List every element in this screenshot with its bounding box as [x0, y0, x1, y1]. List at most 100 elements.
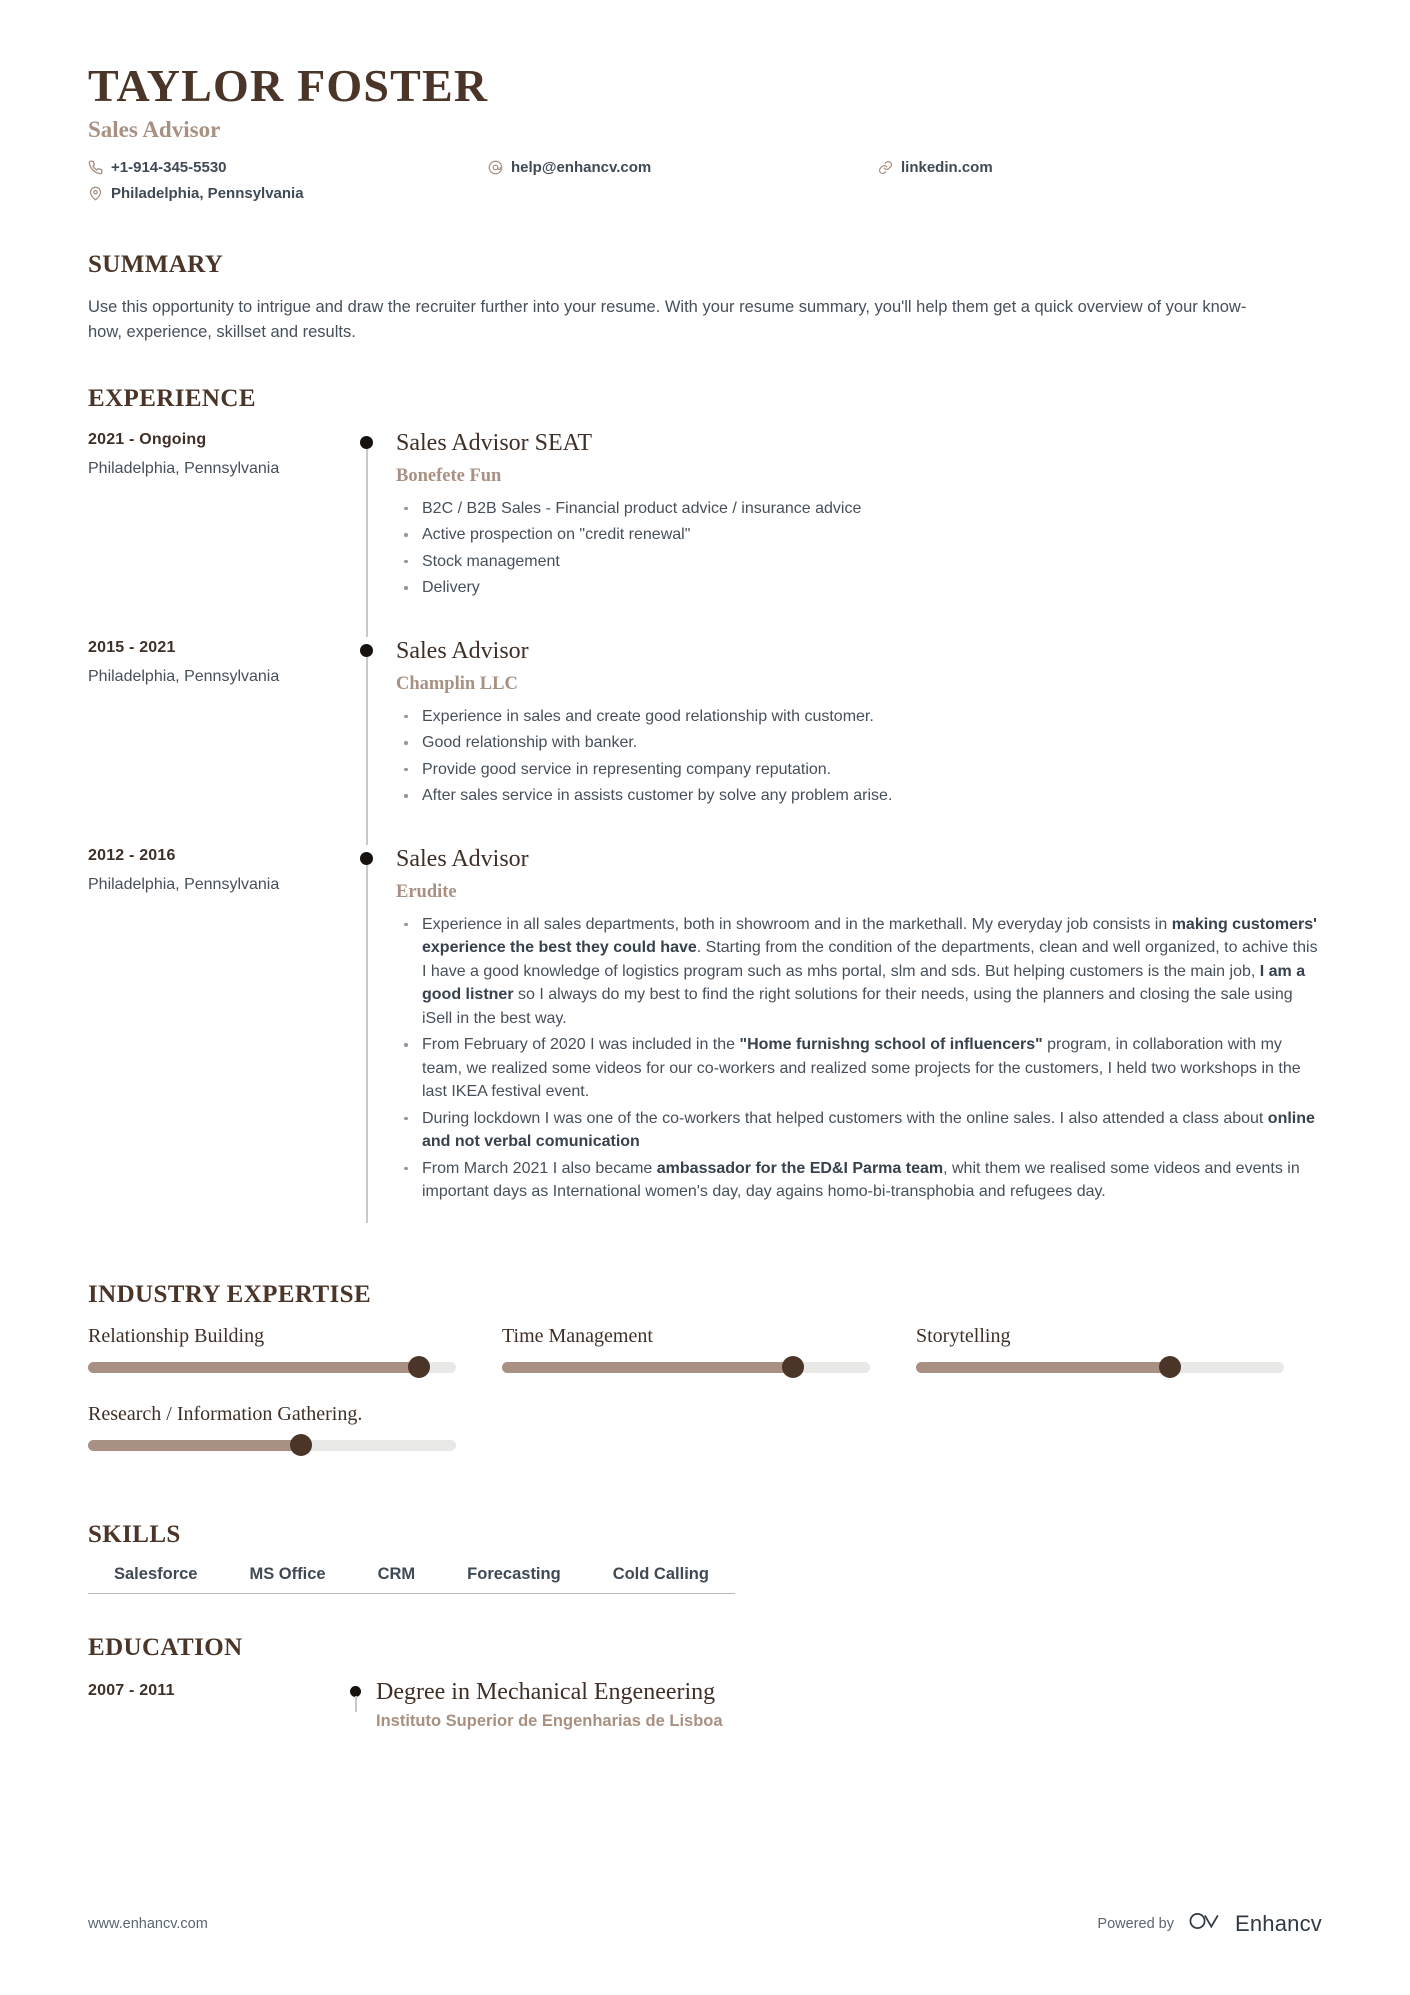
skills-row: Salesforce MS Office CRM Forecasting Cold Ca… [88, 1565, 1322, 1594]
timeline-dot-icon [360, 643, 373, 657]
expertise-label: Storytelling [916, 1324, 1011, 1347]
expertise-item: Time Management [502, 1324, 870, 1379]
experience-timeline [336, 637, 392, 845]
experience-date: 2015 - 2021 [88, 638, 176, 656]
powered-by-label: Powered by [1097, 1915, 1174, 1932]
expertise-item: Storytelling [916, 1324, 1284, 1379]
experience-item: 2015 - 2021 Philadelphia, Pennsylvania Sal… [88, 637, 1322, 845]
experience-bullet: Experience in all sales departments, bot… [396, 913, 1322, 1031]
skill-tag: Salesforce [88, 1565, 224, 1594]
slider-knob[interactable] [408, 1356, 431, 1379]
experience-details: Sales Advisor SEAT Bonefete Fun B2C / B2B … [392, 429, 1322, 637]
skills-section: SKILLS Salesforce MS Office CRM Forecasting… [88, 1521, 1322, 1594]
slider-knob[interactable] [1158, 1356, 1181, 1379]
experience-bullet: Delivery [396, 576, 1322, 600]
timeline-line [366, 656, 368, 845]
experience-date: 2021 - Ongoing [88, 431, 207, 449]
education-heading: EDUCATION [88, 1633, 243, 1661]
contact-location-text: Philadelphia, Pennsylvania [111, 184, 304, 202]
contact-phone-text: +1-914-345-5530 [111, 158, 227, 176]
education-degree: Degree in Mechanical Engeneering [376, 1678, 716, 1705]
experience-bullet: During lockdown I was one of the co-work… [396, 1107, 1322, 1154]
expertise-slider[interactable] [916, 1356, 1284, 1379]
slider-knob[interactable] [290, 1434, 313, 1457]
experience-bullet: Active prospection on "credit renewal" [396, 523, 1322, 547]
skill-tag: Cold Calling [586, 1565, 735, 1594]
contact-email[interactable]: help@enhancv.com [488, 159, 878, 176]
industry-expertise-section: INDUSTRY EXPERTISE Relationship Building… [88, 1281, 1322, 1481]
contact-linkedin[interactable]: linkedin.com [878, 159, 1178, 176]
experience-date: 2012 - 2016 [88, 846, 176, 864]
experience-job-title: Sales Advisor [396, 637, 529, 664]
experience-bullets: B2C / B2B Sales - Financial product advi… [396, 497, 1322, 600]
experience-timeline [336, 429, 392, 637]
experience-company: Erudite [396, 881, 457, 902]
education-details: Degree in Mechanical Engeneering Institut… [376, 1678, 1322, 1731]
expertise-label: Relationship Building [88, 1324, 265, 1347]
experience-bullets: Experience in sales and create good rela… [396, 705, 1322, 808]
email-icon [488, 160, 503, 175]
experience-bullet: After sales service in assists customer … [396, 784, 1322, 808]
location-icon [88, 186, 103, 201]
experience-item: 2021 - Ongoing Philadelphia, Pennsylvania… [88, 429, 1322, 637]
education-section: EDUCATION 2007 - 2011 Degree in Mechanica… [88, 1634, 1322, 1731]
experience-bullet: From February of 2020 I was included in … [396, 1033, 1322, 1104]
experience-job-title: Sales Advisor [396, 845, 529, 872]
enhancv-brand: Enhancv [1188, 1910, 1322, 1937]
experience-bullet: Stock management [396, 550, 1322, 574]
experience-meta: 2012 - 2016 Philadelphia, Pennsylvania [88, 845, 336, 1241]
experience-list: 2021 - Ongoing Philadelphia, Pennsylvania… [88, 429, 1322, 1241]
expertise-item: Relationship Building [88, 1324, 456, 1379]
brand-name: Enhancv [1234, 1910, 1322, 1936]
experience-company: Bonefete Fun [396, 465, 502, 486]
skill-tag: Forecasting [441, 1565, 587, 1594]
experience-meta: 2015 - 2021 Philadelphia, Pennsylvania [88, 637, 336, 845]
experience-bullet: Provide good service in representing com… [396, 758, 1322, 782]
experience-company: Champlin LLC [396, 673, 518, 694]
experience-bullet: Experience in sales and create good rela… [396, 705, 1322, 729]
experience-bullet: From March 2021 I also became ambassador… [396, 1157, 1322, 1204]
phone-icon [88, 160, 103, 175]
education-item: 2007 - 2011 Degree in Mechanical Engeneer… [88, 1678, 1322, 1731]
experience-details: Sales Advisor Erudite Experience in all sa… [392, 845, 1322, 1241]
education-timeline [336, 1678, 376, 1731]
experience-bullets: Experience in all sales departments, bot… [396, 913, 1322, 1204]
experience-job-title: Sales Advisor SEAT [396, 430, 593, 457]
experience-bullet: Good relationship with banker. [396, 731, 1322, 755]
expertise-grid: Relationship Building Time Management Stor… [88, 1325, 1322, 1481]
slider-fill [88, 1439, 302, 1451]
summary-section: SUMMARY Use this opportunity to intrigue… [88, 251, 1322, 345]
experience-location: Philadelphia, Pennsylvania [88, 875, 280, 893]
timeline-line [366, 449, 368, 637]
expertise-slider[interactable] [88, 1434, 456, 1457]
experience-timeline [336, 845, 392, 1241]
education-list: 2007 - 2011 Degree in Mechanical Engeneer… [88, 1678, 1322, 1731]
experience-meta: 2021 - Ongoing Philadelphia, Pennsylvania [88, 429, 336, 637]
contact-row: +1-914-345-5530 help@enhancv.com linkedi… [88, 159, 1322, 211]
contact-location: Philadelphia, Pennsylvania [88, 185, 1322, 202]
slider-knob[interactable] [781, 1356, 804, 1379]
candidate-name: TAYLOR FOSTER [88, 60, 489, 111]
timeline-line [366, 864, 368, 1223]
experience-location: Philadelphia, Pennsylvania [88, 460, 280, 478]
skill-tag: MS Office [223, 1565, 352, 1594]
expertise-slider[interactable] [502, 1356, 870, 1379]
expertise-slider[interactable] [88, 1356, 456, 1379]
timeline-dot-icon [360, 851, 373, 865]
slider-fill [88, 1361, 420, 1373]
resume-page: TAYLOR FOSTER Sales Advisor +1-914-345-5… [0, 0, 1410, 1995]
expertise-label: Research / Information Gathering. [88, 1402, 363, 1425]
contact-linkedin-text: linkedin.com [901, 158, 993, 176]
expertise-item: Research / Information Gathering. [88, 1402, 456, 1457]
experience-heading: EXPERIENCE [88, 385, 256, 413]
industry-expertise-heading: INDUSTRY EXPERTISE [88, 1280, 372, 1308]
experience-bullet: B2C / B2B Sales - Financial product advi… [396, 497, 1322, 521]
experience-section: EXPERIENCE 2021 - Ongoing Philadelphia, P… [88, 385, 1322, 1241]
summary-heading: SUMMARY [88, 250, 224, 278]
candidate-role: Sales Advisor [88, 116, 221, 142]
expertise-label: Time Management [502, 1324, 653, 1347]
contact-phone[interactable]: +1-914-345-5530 [88, 159, 488, 176]
contact-email-text: help@enhancv.com [511, 158, 652, 176]
footer-url[interactable]: www.enhancv.com [88, 1916, 208, 1932]
education-meta: 2007 - 2011 [88, 1678, 336, 1731]
